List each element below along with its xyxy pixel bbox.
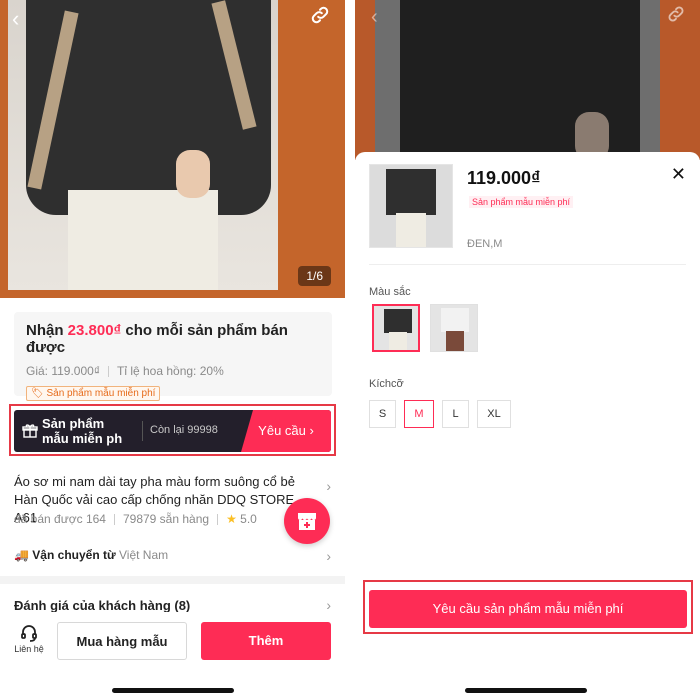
selected-variant-thumbnail xyxy=(369,164,453,248)
sold-count: đã bán được 164 xyxy=(14,512,106,526)
rating: 5.0 xyxy=(240,512,257,526)
request-sample-button[interactable]: Yêu cầu › xyxy=(241,410,331,452)
chevron-right-icon: › xyxy=(326,548,331,564)
variant-sheet-screen: ‹ 119.000₫ Sản phẩm mẫu miễn phí ĐEN,M ✕… xyxy=(355,0,700,700)
size-label: Kíchcỡ xyxy=(369,378,404,390)
chevron-right-icon: › xyxy=(326,478,331,494)
free-sample-badge: 🏷 Sản phẩm mẫu miễn phí xyxy=(26,386,161,401)
shirt-illustration xyxy=(26,0,271,215)
product-image[interactable]: ‹ 1/6 xyxy=(0,0,345,298)
color-option-white[interactable] xyxy=(430,304,478,352)
gift-icon xyxy=(22,424,38,438)
free-sample-tag: Sản phẩm mẫu miễn phí xyxy=(469,196,574,208)
contact-button[interactable]: Liên hệ xyxy=(14,624,44,654)
home-indicator xyxy=(465,688,587,693)
pants-illustration xyxy=(68,190,218,290)
product-image-dimmed: ‹ xyxy=(355,0,700,160)
headset-icon xyxy=(21,625,37,642)
close-icon[interactable]: ✕ xyxy=(671,164,686,185)
request-free-sample-button[interactable]: Yêu cầu sản phẩm mẫu miễn phí xyxy=(369,590,687,628)
add-button[interactable]: Thêm xyxy=(201,622,331,660)
commission-card: Nhận 23.800₫ cho mỗi sản phẩm bán được G… xyxy=(14,312,332,401)
buy-sample-button[interactable]: Mua hàng mẫu xyxy=(57,622,187,660)
image-counter: 1/6 xyxy=(298,266,331,286)
shipping-info[interactable]: 🚚 Vận chuyển từ Việt Nam xyxy=(14,548,168,562)
selected-variant: ĐEN,M xyxy=(467,238,503,250)
color-label: Màu sắc xyxy=(369,286,411,298)
color-option-black[interactable] xyxy=(372,304,420,352)
reviews-link[interactable]: Đánh giá của khách hàng (8) xyxy=(14,598,190,613)
star-icon: ★ xyxy=(226,512,237,526)
product-image-frame xyxy=(8,0,278,290)
shop-plus-icon xyxy=(298,513,316,530)
commission-rate: Tỉ lệ hoa hồng: 20% xyxy=(117,364,224,378)
home-indicator xyxy=(112,688,234,693)
truck-icon: 🚚 xyxy=(14,548,29,562)
free-sample-label: Sản phẩm mẫu miễn ph xyxy=(42,416,123,446)
commission-meta: Giá: 119.000₫ Tỉ lệ hoa hồng: 20% xyxy=(26,364,320,378)
commission-title: Nhận 23.800₫ cho mỗi sản phẩm bán được xyxy=(26,322,288,356)
product-detail-screen: ‹ 1/6 Nhận 23.800₫ cho mỗi sản phẩm bán … xyxy=(0,0,345,700)
size-option-s[interactable]: S xyxy=(369,400,396,428)
commission-amount: 23.800₫ xyxy=(67,322,122,339)
size-option-l[interactable]: L xyxy=(442,400,469,428)
back-icon: ‹ xyxy=(371,6,378,28)
size-option-m[interactable]: M xyxy=(404,400,434,428)
stock-count: 79879 sẵn hàng xyxy=(122,512,210,526)
back-icon[interactable]: ‹ xyxy=(12,6,19,32)
add-to-showcase-button[interactable] xyxy=(284,498,330,544)
size-option-xl[interactable]: XL xyxy=(477,400,511,428)
remaining-count: Còn lại 99998 xyxy=(150,424,218,436)
link-icon xyxy=(668,6,684,22)
link-icon[interactable] xyxy=(309,4,331,26)
price-label: Giá: 119.000₫ xyxy=(26,364,100,378)
product-stats: đã bán được 164 79879 sẵn hàng ★ 5.0 xyxy=(14,512,257,526)
chevron-right-icon: › xyxy=(326,597,331,613)
variant-price: 119.000₫ xyxy=(467,168,541,188)
bottom-action-bar: Liên hệ Mua hàng mẫu Thêm xyxy=(0,612,345,700)
free-sample-bar: Sản phẩm mẫu miễn ph Còn lại 99998 Yêu c… xyxy=(14,410,331,452)
